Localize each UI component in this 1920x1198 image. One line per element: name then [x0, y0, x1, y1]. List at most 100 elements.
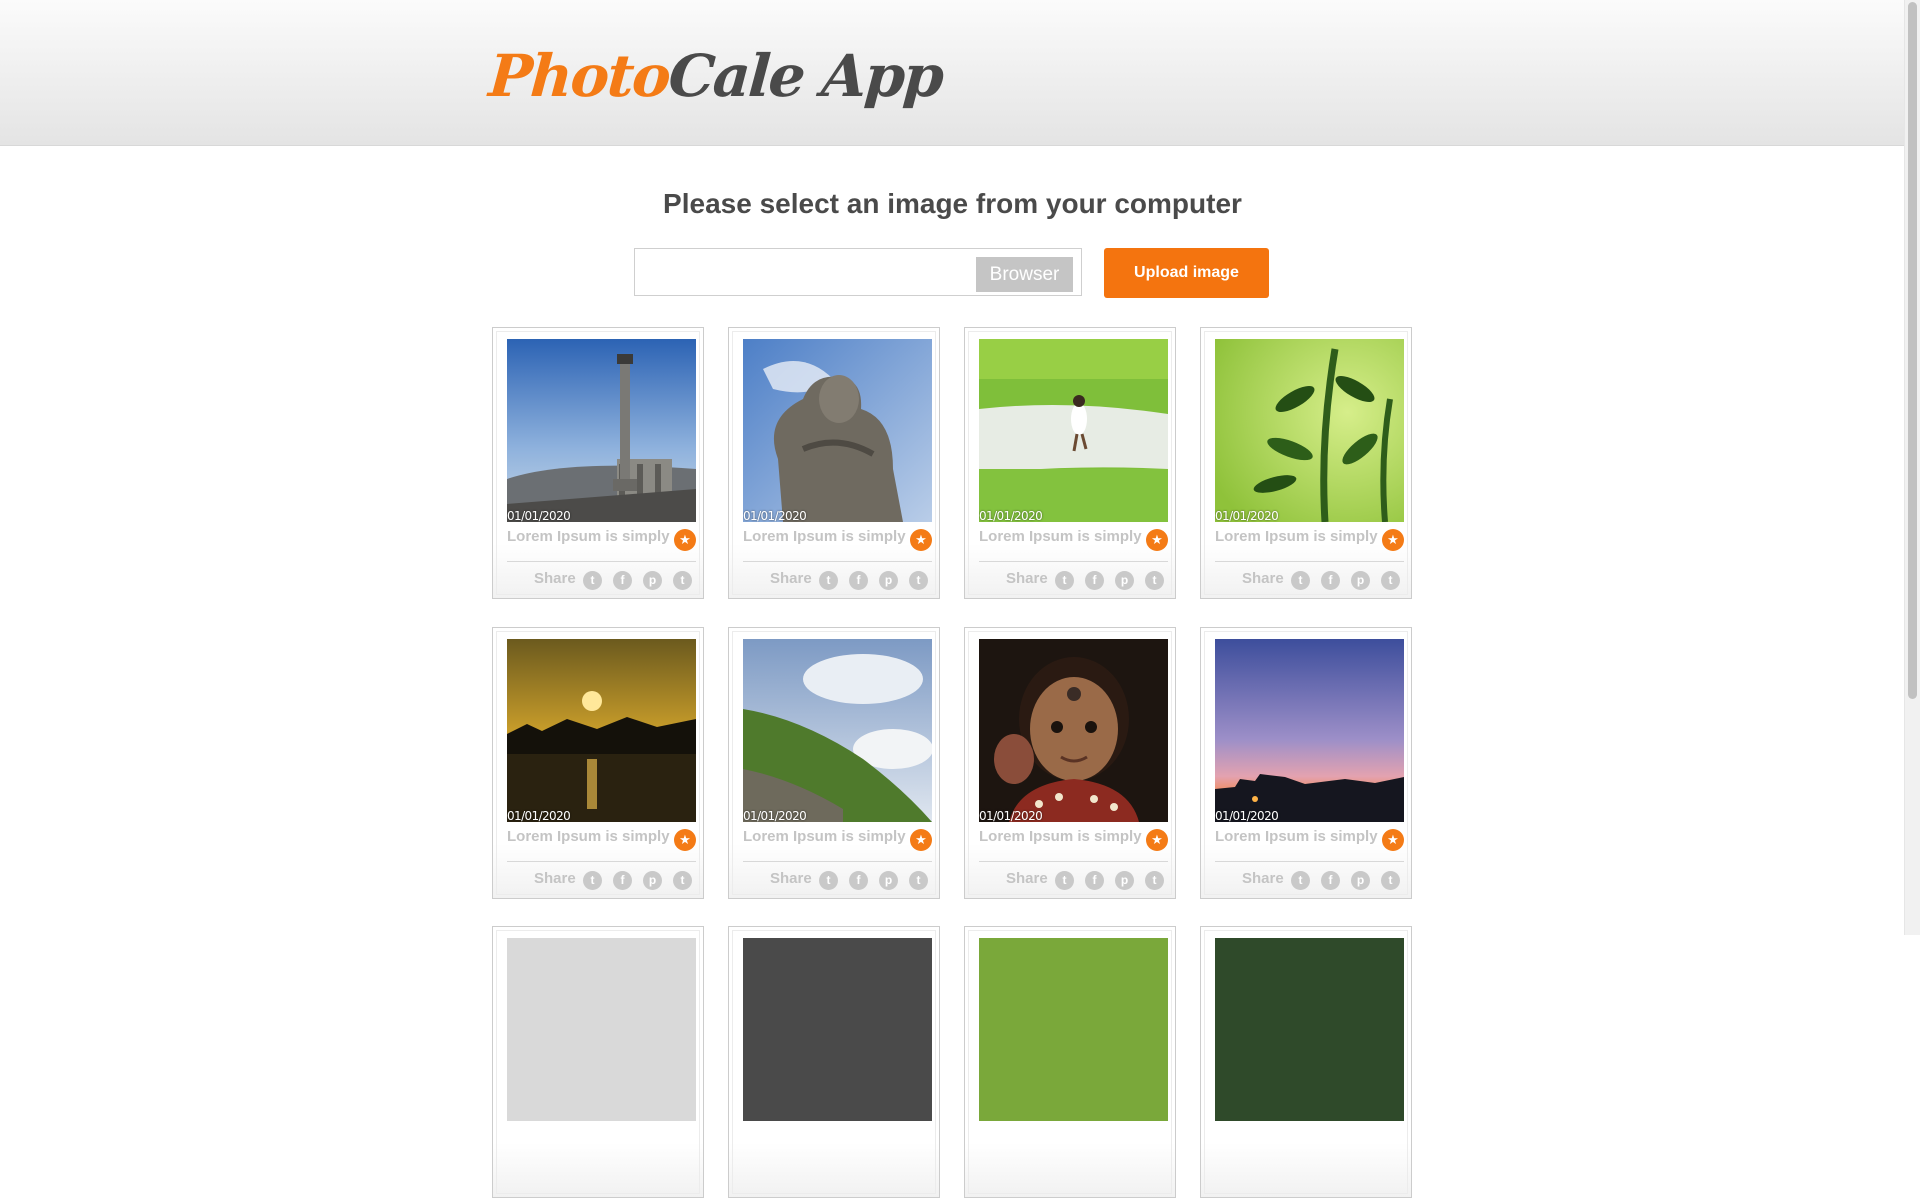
twitter-icon[interactable]: t	[583, 571, 602, 590]
photo-image[interactable]	[1215, 938, 1404, 1121]
photo-image[interactable]: 01/01/2020	[507, 639, 696, 822]
scrollbar-thumb[interactable]	[1908, 2, 1917, 699]
photo-caption: Lorem Ipsum is simply	[1215, 828, 1378, 845]
tumblr-icon[interactable]: t	[1145, 871, 1164, 890]
star-icon[interactable]: ★	[1382, 829, 1404, 851]
twitter-icon[interactable]: t	[819, 571, 838, 590]
photo-card[interactable]: 01/01/2020 Lorem Ipsum is simply ★ Share…	[728, 627, 940, 899]
facebook-icon[interactable]: f	[1085, 571, 1104, 590]
photo-caption: Lorem Ipsum is simply	[743, 828, 906, 845]
card-divider	[743, 561, 932, 562]
star-icon[interactable]: ★	[674, 529, 696, 551]
photo-card[interactable]	[1200, 926, 1412, 1198]
card-frame: 01/01/2020 Lorem Ipsum is simply ★ Share…	[732, 331, 936, 595]
card-frame: 01/01/2020 Lorem Ipsum is simply ★ Share…	[496, 631, 700, 895]
photo-date: 01/01/2020	[979, 509, 1043, 522]
page-scrollbar[interactable]	[1904, 0, 1920, 935]
pinterest-icon[interactable]: p	[1115, 871, 1134, 890]
pinterest-icon[interactable]: p	[643, 871, 662, 890]
photo-image[interactable]: 01/01/2020	[979, 339, 1168, 522]
pinterest-icon[interactable]: p	[1351, 871, 1370, 890]
twitter-icon[interactable]: t	[1055, 571, 1074, 590]
tumblr-icon[interactable]: t	[909, 871, 928, 890]
tumblr-icon[interactable]: t	[673, 571, 692, 590]
star-icon[interactable]: ★	[1146, 829, 1168, 851]
photo-illustration	[1215, 339, 1404, 522]
facebook-icon[interactable]: f	[849, 571, 868, 590]
app-logo[interactable]: PhotoCale App	[486, 40, 945, 112]
upload-image-button[interactable]: Upload image	[1104, 248, 1269, 298]
facebook-icon[interactable]: f	[613, 871, 632, 890]
card-divider	[507, 861, 696, 862]
photo-image[interactable]: 01/01/2020	[1215, 339, 1404, 522]
file-picker[interactable]: Browser	[634, 248, 1082, 296]
pinterest-icon[interactable]: p	[879, 871, 898, 890]
pinterest-icon[interactable]: p	[1351, 571, 1370, 590]
twitter-icon[interactable]: t	[819, 871, 838, 890]
photo-illustration	[743, 339, 932, 522]
photo-image[interactable]: 01/01/2020	[1215, 639, 1404, 822]
photo-caption: Lorem Ipsum is simply	[979, 828, 1142, 845]
photo-card[interactable]	[964, 926, 1176, 1198]
photo-image[interactable]	[743, 938, 932, 1121]
photo-card[interactable]: 01/01/2020 Lorem Ipsum is simply ★ Share…	[492, 627, 704, 899]
star-icon[interactable]: ★	[1146, 529, 1168, 551]
browse-button[interactable]: Browser	[976, 257, 1073, 292]
facebook-icon[interactable]: f	[1321, 571, 1340, 590]
photo-image[interactable]: 01/01/2020	[507, 339, 696, 522]
star-icon[interactable]: ★	[910, 829, 932, 851]
card-frame: 01/01/2020 Lorem Ipsum is simply ★ Share…	[732, 631, 936, 895]
photo-card[interactable]	[728, 926, 940, 1198]
card-divider	[1215, 561, 1404, 562]
share-label: Share	[770, 870, 812, 887]
photo-illustration	[743, 639, 932, 822]
card-divider	[979, 861, 1168, 862]
card-divider	[1215, 861, 1404, 862]
card-frame: 01/01/2020 Lorem Ipsum is simply ★ Share…	[968, 331, 1172, 595]
share-label: Share	[1006, 870, 1048, 887]
photo-caption: Lorem Ipsum is simply	[979, 528, 1142, 545]
twitter-icon[interactable]: t	[1291, 871, 1310, 890]
photo-card[interactable]: 01/01/2020 Lorem Ipsum is simply ★ Share…	[964, 627, 1176, 899]
logo-cale-app-text: Cale App	[666, 42, 945, 110]
tumblr-icon[interactable]: t	[909, 571, 928, 590]
photo-card[interactable]: 01/01/2020 Lorem Ipsum is simply ★ Share…	[728, 327, 940, 599]
share-label: Share	[770, 570, 812, 587]
pinterest-icon[interactable]: p	[643, 571, 662, 590]
pinterest-icon[interactable]: p	[879, 571, 898, 590]
facebook-icon[interactable]: f	[849, 871, 868, 890]
photo-illustration	[507, 639, 696, 822]
star-icon[interactable]: ★	[910, 529, 932, 551]
photo-card[interactable]: 01/01/2020 Lorem Ipsum is simply ★ Share…	[492, 327, 704, 599]
photo-image[interactable]: 01/01/2020	[743, 639, 932, 822]
pinterest-icon[interactable]: p	[1115, 571, 1134, 590]
star-icon[interactable]: ★	[674, 829, 696, 851]
photo-card[interactable]: 01/01/2020 Lorem Ipsum is simply ★ Share…	[1200, 627, 1412, 899]
facebook-icon[interactable]: f	[1321, 871, 1340, 890]
twitter-icon[interactable]: t	[1291, 571, 1310, 590]
photo-illustration	[507, 339, 696, 522]
tumblr-icon[interactable]: t	[1381, 571, 1400, 590]
file-path-input[interactable]	[641, 255, 965, 291]
photo-card[interactable]	[492, 926, 704, 1198]
photo-illustration	[979, 339, 1168, 522]
photo-image[interactable]: 01/01/2020	[743, 339, 932, 522]
photo-card[interactable]: 01/01/2020 Lorem Ipsum is simply ★ Share…	[1200, 327, 1412, 599]
twitter-icon[interactable]: t	[583, 871, 602, 890]
photo-card[interactable]: 01/01/2020 Lorem Ipsum is simply ★ Share…	[964, 327, 1176, 599]
tumblr-icon[interactable]: t	[1381, 871, 1400, 890]
twitter-icon[interactable]: t	[1055, 871, 1074, 890]
card-frame: 01/01/2020 Lorem Ipsum is simply ★ Share…	[1204, 631, 1408, 895]
star-icon[interactable]: ★	[1382, 529, 1404, 551]
photo-image[interactable]: 01/01/2020	[979, 639, 1168, 822]
share-label: Share	[534, 870, 576, 887]
share-label: Share	[1006, 570, 1048, 587]
upload-prompt: Please select an image from your compute…	[663, 188, 1242, 219]
tumblr-icon[interactable]: t	[1145, 571, 1164, 590]
photo-image[interactable]	[979, 938, 1168, 1121]
tumblr-icon[interactable]: t	[673, 871, 692, 890]
card-frame: 01/01/2020 Lorem Ipsum is simply ★ Share…	[968, 631, 1172, 895]
facebook-icon[interactable]: f	[1085, 871, 1104, 890]
facebook-icon[interactable]: f	[613, 571, 632, 590]
photo-image[interactable]	[507, 938, 696, 1121]
